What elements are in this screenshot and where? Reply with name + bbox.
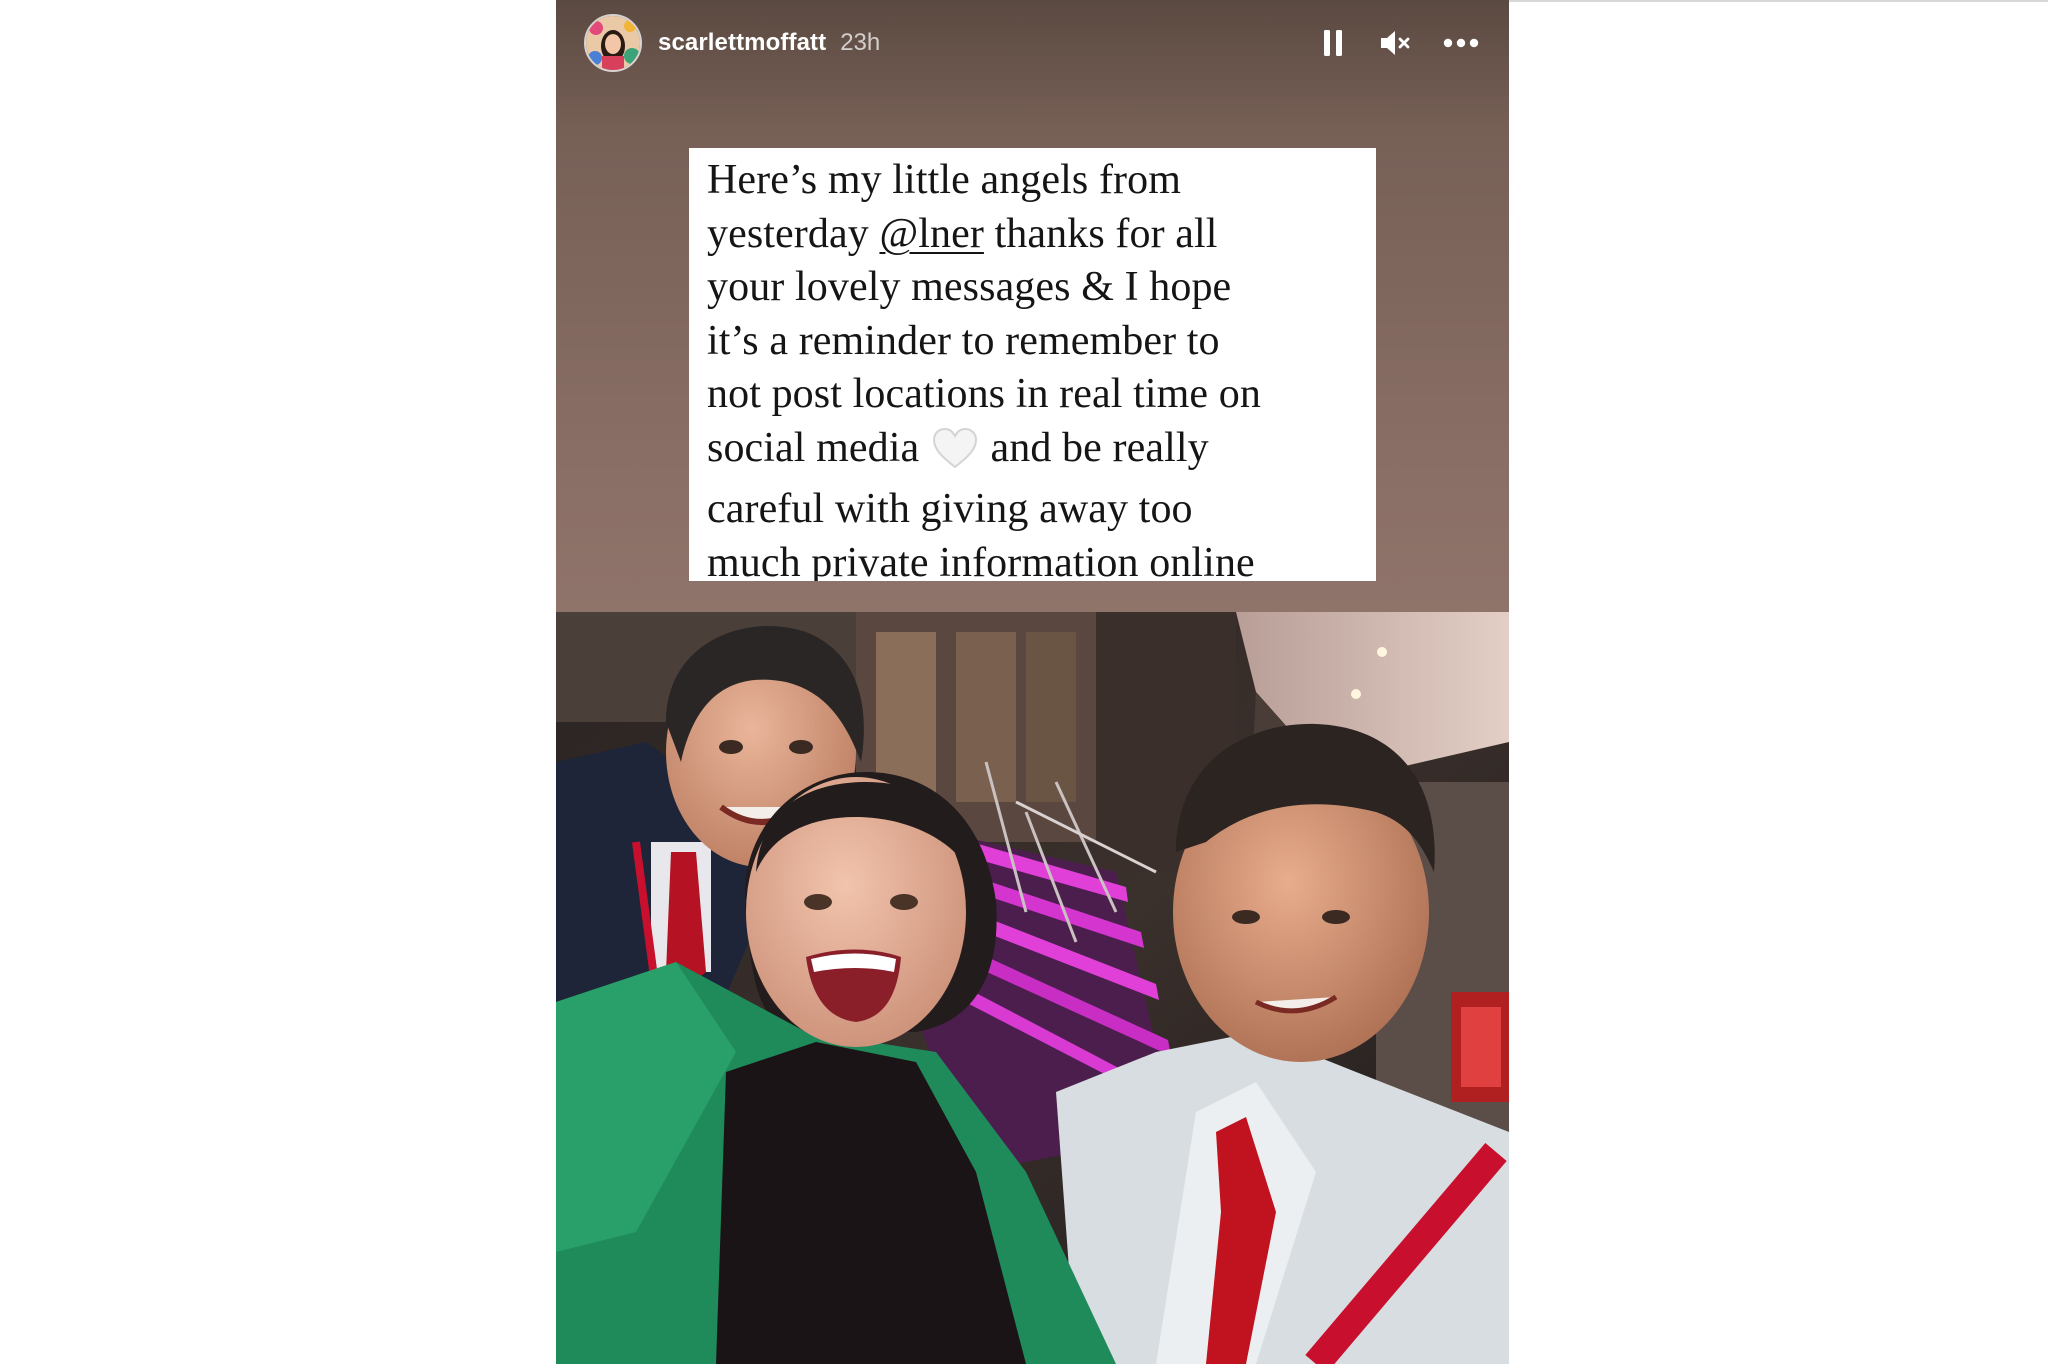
caption-line-7: careful with giving away too xyxy=(707,483,1364,537)
more-options-button[interactable] xyxy=(1441,27,1481,59)
pause-icon xyxy=(1324,30,1342,56)
caption-line-5: not post locations in real time on xyxy=(707,368,1364,422)
caption-line-1: Here’s my little angels from xyxy=(707,154,1364,208)
caption-text: your lovely messages & I hope xyxy=(707,264,1232,310)
caption-line-2: yesterday @lner thanks for all xyxy=(707,208,1364,262)
caption-line-8: much private information online xyxy=(707,537,1364,582)
more-horizontal-icon xyxy=(1443,38,1479,48)
speaker-muted-icon xyxy=(1381,31,1410,55)
caption-line-3: your lovely messages & I hope xyxy=(707,261,1364,315)
caption-text-box: Here’s my little angels from yesterday @… xyxy=(689,148,1376,581)
caption-text: much private information online xyxy=(707,539,1255,582)
pause-button[interactable] xyxy=(1317,27,1349,59)
mute-button[interactable] xyxy=(1379,27,1411,59)
avatar[interactable] xyxy=(584,14,642,72)
story-photo xyxy=(556,612,1509,1364)
caption-text: Here’s my little angels from xyxy=(707,157,1182,203)
white-heart-emoji xyxy=(932,427,978,484)
caption-line-6: social media and be really xyxy=(707,422,1364,484)
caption-line-4: it’s a reminder to remember to xyxy=(707,315,1364,369)
selfie-photo xyxy=(556,612,1509,1364)
avatar-image xyxy=(586,16,640,70)
top-divider xyxy=(1508,0,2048,2)
username[interactable]: scarlettmoffatt xyxy=(658,29,826,57)
story-viewer[interactable]: scarlettmoffatt 23h Here’s my little ang… xyxy=(556,0,1509,1364)
caption-text: and be really xyxy=(990,424,1209,471)
caption-text: careful with giving away too xyxy=(707,486,1193,532)
mention-link[interactable]: @lner xyxy=(879,211,983,257)
caption-text: thanks for all xyxy=(994,210,1218,257)
caption-text: yesterday xyxy=(707,210,869,257)
story-controls xyxy=(1317,27,1481,59)
caption-text: not post locations in real time on xyxy=(707,371,1261,417)
page: scarlettmoffatt 23h Here’s my little ang… xyxy=(0,0,2048,1364)
timestamp: 23h xyxy=(840,29,881,56)
story-header: scarlettmoffatt 23h xyxy=(584,12,1481,74)
caption-text: social media xyxy=(707,424,920,471)
caption-text: it’s a reminder to remember to xyxy=(707,317,1220,364)
